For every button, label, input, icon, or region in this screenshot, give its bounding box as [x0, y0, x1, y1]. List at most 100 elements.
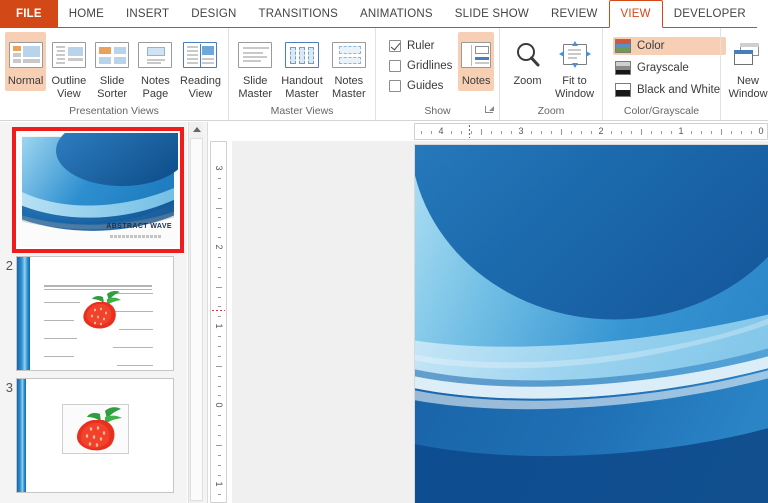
- slide-thumbnail-panel[interactable]: ABSTRACT WAVE 2 3: [0, 122, 187, 503]
- hruler-tick: [751, 131, 752, 134]
- vruler-tick: [218, 316, 221, 318]
- black-and-white-swatch-icon: [615, 83, 631, 97]
- hruler-tick: [581, 131, 582, 134]
- ribbon-tab-review[interactable]: REVIEW: [539, 0, 609, 28]
- vruler-tick: [218, 494, 221, 496]
- color-mode-color[interactable]: Color: [613, 37, 727, 55]
- ribbon-tab-animations[interactable]: ANIMATIONS: [349, 0, 444, 28]
- ruler-checkbox[interactable]: [389, 39, 401, 52]
- slide-master-button[interactable]: Slide Master: [234, 32, 276, 103]
- scrollbar-thumb[interactable]: [190, 138, 203, 501]
- ribbon-tab-file[interactable]: FILE: [0, 0, 58, 28]
- color-mode-grayscale[interactable]: Grayscale: [613, 59, 726, 77]
- ribbon-group-color-grayscale: Color Grayscale Black and White Color/Gr…: [602, 28, 727, 120]
- slide-thumbnail-1[interactable]: ABSTRACT WAVE: [12, 127, 184, 253]
- hruler-tick: [691, 131, 692, 134]
- ribbon-tab-slideshow[interactable]: SLIDE SHOW: [443, 0, 540, 28]
- slide-master-icon: [238, 36, 273, 74]
- slide-thumbnail-3[interactable]: 3: [0, 378, 174, 493]
- gridlines-checkbox-row[interactable]: Gridlines: [389, 57, 452, 74]
- outline-view-button[interactable]: Outline View: [48, 32, 89, 103]
- vruler-tick: [218, 336, 221, 338]
- slide-thumbnail-2-frame[interactable]: [16, 256, 174, 371]
- vruler-label: 2: [214, 244, 224, 250]
- ribbon-tab-transitions[interactable]: TRANSITIONS: [247, 0, 350, 28]
- magnifier-icon: [513, 36, 543, 74]
- hruler-tick: [591, 131, 592, 134]
- grayscale-label: Grayscale: [637, 62, 689, 74]
- color-mode-black-and-white[interactable]: Black and White: [613, 81, 726, 99]
- notes-pane-button[interactable]: Notes: [458, 32, 494, 91]
- outline-view-label-1: Outline: [51, 75, 87, 87]
- ribbon-tab-home[interactable]: HOME: [57, 0, 116, 28]
- vruler-tick: [218, 375, 221, 377]
- vruler-tick: [218, 217, 221, 219]
- horizontal-ruler: 4 3 2 1 0: [414, 123, 768, 140]
- handout-master-label-2: Master: [285, 87, 319, 100]
- presentation-views-group-label: Presentation Views: [69, 105, 159, 117]
- outline-view-label-2: View: [57, 87, 81, 100]
- ribbon-group-zoom: Zoom Fit to Window Zoom: [499, 28, 602, 120]
- hruler-label: 1: [678, 126, 684, 136]
- grayscale-swatch-icon: [615, 61, 631, 75]
- hruler-tick: [421, 131, 422, 134]
- reading-view-icon: [183, 36, 218, 74]
- slide-master-label-2: Master: [238, 87, 273, 100]
- hruler-tick: [571, 131, 572, 134]
- slide-thumbnail-3-frame[interactable]: [16, 378, 174, 493]
- vruler-tick: [218, 227, 221, 229]
- hruler-tick: [641, 129, 642, 135]
- handout-master-button[interactable]: Handout Master: [278, 32, 325, 103]
- scroll-up-button[interactable]: [189, 122, 204, 137]
- hruler-tick: [651, 131, 652, 134]
- zoom-button[interactable]: Zoom: [505, 32, 550, 91]
- hruler-tick: [531, 131, 532, 134]
- vruler-tick: [218, 237, 221, 239]
- slide-sorter-icon: [95, 36, 130, 74]
- ribbon-tab-insert[interactable]: INSERT: [115, 0, 181, 28]
- normal-view-button[interactable]: Normal: [5, 32, 47, 91]
- slide-thumbnail-1-frame[interactable]: ABSTRACT WAVE: [12, 127, 184, 253]
- ruler-checkbox-row[interactable]: Ruler: [389, 37, 452, 54]
- vruler-label: 0: [214, 402, 224, 408]
- guides-checkbox-row[interactable]: Guides: [389, 77, 452, 94]
- vertical-ruler: 3 2 1 0 1: [210, 141, 227, 503]
- slide-panel-scrollbar[interactable]: [188, 122, 204, 503]
- slide-sorter-button[interactable]: Slide Sorter: [92, 32, 133, 103]
- hruler-tick: [561, 129, 562, 135]
- vruler-marker: [212, 310, 225, 311]
- show-group-label: Show: [376, 103, 499, 120]
- vruler-tick: [216, 444, 222, 446]
- fit-to-window-label-2: Window: [554, 87, 595, 100]
- slide-3-number: 3: [5, 380, 13, 395]
- slide-thumbnail-2[interactable]: 2: [0, 256, 174, 371]
- outline-view-icon: [51, 36, 86, 74]
- handout-master-icon: [285, 36, 319, 74]
- ribbon-tab-view[interactable]: VIEW: [608, 0, 663, 28]
- reading-view-button[interactable]: Reading View: [178, 32, 223, 103]
- vruler-tick: [218, 474, 221, 476]
- slide-1-subtitle-placeholder: [110, 235, 162, 238]
- current-slide-surface[interactable]: [414, 144, 768, 503]
- hruler-tick: [701, 131, 702, 134]
- notes-master-button[interactable]: Notes Master: [328, 32, 370, 103]
- vruler-tick: [218, 266, 221, 268]
- slide-1-preview: ABSTRACT WAVE: [18, 133, 178, 247]
- show-dialog-launcher-icon[interactable]: [485, 106, 494, 115]
- ribbon-tab-bar: FILE HOME INSERT DESIGN TRANSITIONS ANIMATION…: [0, 0, 768, 28]
- panel-divider[interactable]: [203, 122, 208, 503]
- fit-to-window-button[interactable]: Fit to Window: [552, 32, 597, 103]
- ribbon-tab-design[interactable]: DESIGN: [180, 0, 248, 28]
- ruler-label: Ruler: [407, 39, 435, 52]
- new-window-button[interactable]: New Window: [726, 32, 768, 103]
- gridlines-checkbox[interactable]: [389, 59, 401, 72]
- notes-pane-label: Notes: [461, 75, 491, 87]
- notes-page-button[interactable]: Notes Page: [135, 32, 176, 103]
- hruler-tick: [741, 131, 742, 134]
- slide-2-preview: [17, 257, 173, 370]
- vruler-tick: [218, 296, 221, 298]
- vruler-tick: [218, 464, 221, 466]
- slide-editing-canvas[interactable]: [232, 141, 768, 503]
- ribbon-tab-developer[interactable]: DEVELOPER: [662, 0, 757, 28]
- guides-checkbox[interactable]: [389, 79, 401, 92]
